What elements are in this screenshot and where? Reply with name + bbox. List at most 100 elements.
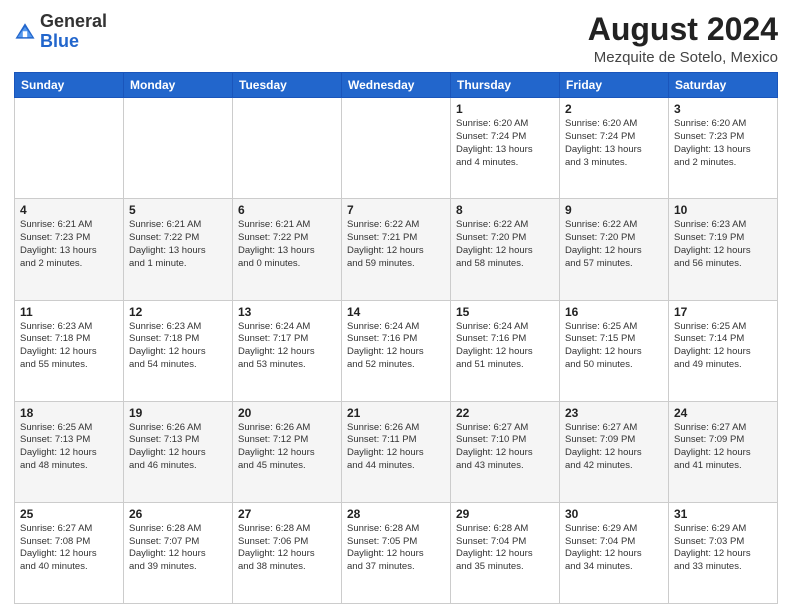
cell-2-2: 13 Sunrise: 6:24 AMSunset: 7:17 PMDayligh… <box>233 300 342 401</box>
day-info: Sunrise: 6:20 AMSunset: 7:24 PMDaylight:… <box>565 118 663 169</box>
day-info: Sunrise: 6:21 AMSunset: 7:22 PMDaylight:… <box>129 219 227 270</box>
day-info: Sunrise: 6:28 AMSunset: 7:07 PMDaylight:… <box>129 523 227 574</box>
day-info: Sunrise: 6:24 AMSunset: 7:17 PMDaylight:… <box>238 321 336 372</box>
cell-1-3: 7 Sunrise: 6:22 AMSunset: 7:21 PMDaylight… <box>342 199 451 300</box>
cell-2-3: 14Sunrise: 6:24 AMSunset: 7:16 PMDayligh… <box>342 300 451 401</box>
week-row-3: 11 Sunrise: 6:23 AMSunset: 7:18 PMDayligh… <box>15 300 778 401</box>
day-info: Sunrise: 6:21 AMSunset: 7:23 PMDaylight:… <box>20 219 118 270</box>
cell-0-0 <box>15 98 124 199</box>
logo-icon <box>14 21 36 43</box>
page-container: General Blue August 2024 Mezquite de Sot… <box>0 0 792 612</box>
cell-0-3 <box>342 98 451 199</box>
cell-4-6: 31Sunrise: 6:29 AMSunset: 7:03 PMDayligh… <box>669 502 778 603</box>
day-number: 23 <box>565 406 663 420</box>
cell-2-0: 11 Sunrise: 6:23 AMSunset: 7:18 PMDayligh… <box>15 300 124 401</box>
day-number: 26 <box>129 507 227 521</box>
day-info: Sunrise: 6:23 AMSunset: 7:18 PMDaylight:… <box>129 321 227 372</box>
day-info: Sunrise: 6:28 AMSunset: 7:04 PMDaylight:… <box>456 523 554 574</box>
day-number: 21 <box>347 406 445 420</box>
week-row-1: 1 Sunrise: 6:20 AMSunset: 7:24 PMDaylight… <box>15 98 778 199</box>
day-number: 12 <box>129 305 227 319</box>
cell-3-2: 20 Sunrise: 6:26 AMSunset: 7:12 PMDayligh… <box>233 401 342 502</box>
cell-3-3: 21 Sunrise: 6:26 AMSunset: 7:11 PMDayligh… <box>342 401 451 502</box>
day-number: 25 <box>20 507 118 521</box>
title-section: August 2024 Mezquite de Sotelo, Mexico <box>588 12 778 66</box>
cell-0-2 <box>233 98 342 199</box>
day-number: 7 <box>347 203 445 217</box>
day-number: 17 <box>674 305 772 319</box>
calendar-table: Sunday Monday Tuesday Wednesday Thursday… <box>14 72 778 604</box>
cell-3-5: 23 Sunrise: 6:27 AMSunset: 7:09 PMDayligh… <box>560 401 669 502</box>
day-number: 24 <box>674 406 772 420</box>
col-thursday: Thursday <box>451 73 560 98</box>
cell-4-4: 29Sunrise: 6:28 AMSunset: 7:04 PMDayligh… <box>451 502 560 603</box>
day-number: 1 <box>456 102 554 116</box>
day-info: Sunrise: 6:25 AMSunset: 7:13 PMDaylight:… <box>20 422 118 473</box>
day-number: 22 <box>456 406 554 420</box>
logo-general-text: General <box>40 11 107 31</box>
day-number: 5 <box>129 203 227 217</box>
day-info: Sunrise: 6:26 AMSunset: 7:13 PMDaylight:… <box>129 422 227 473</box>
day-info: Sunrise: 6:20 AMSunset: 7:23 PMDaylight:… <box>674 118 772 169</box>
day-number: 28 <box>347 507 445 521</box>
day-number: 15 <box>456 305 554 319</box>
cell-3-4: 22 Sunrise: 6:27 AMSunset: 7:10 PMDayligh… <box>451 401 560 502</box>
day-info: Sunrise: 6:27 AMSunset: 7:09 PMDaylight:… <box>565 422 663 473</box>
cell-4-3: 28 Sunrise: 6:28 AMSunset: 7:05 PMDayligh… <box>342 502 451 603</box>
cell-4-2: 27Sunrise: 6:28 AMSunset: 7:06 PMDayligh… <box>233 502 342 603</box>
col-tuesday: Tuesday <box>233 73 342 98</box>
cell-1-5: 9Sunrise: 6:22 AMSunset: 7:20 PMDaylight… <box>560 199 669 300</box>
day-number: 27 <box>238 507 336 521</box>
day-number: 4 <box>20 203 118 217</box>
day-info: Sunrise: 6:23 AMSunset: 7:19 PMDaylight:… <box>674 219 772 270</box>
cell-1-2: 6Sunrise: 6:21 AMSunset: 7:22 PMDaylight… <box>233 199 342 300</box>
day-number: 19 <box>129 406 227 420</box>
day-info: Sunrise: 6:27 AMSunset: 7:09 PMDaylight:… <box>674 422 772 473</box>
cell-2-6: 17 Sunrise: 6:25 AMSunset: 7:14 PMDayligh… <box>669 300 778 401</box>
day-info: Sunrise: 6:25 AMSunset: 7:15 PMDaylight:… <box>565 321 663 372</box>
day-info: Sunrise: 6:26 AMSunset: 7:11 PMDaylight:… <box>347 422 445 473</box>
day-info: Sunrise: 6:27 AMSunset: 7:10 PMDaylight:… <box>456 422 554 473</box>
day-info: Sunrise: 6:28 AMSunset: 7:05 PMDaylight:… <box>347 523 445 574</box>
day-number: 30 <box>565 507 663 521</box>
header-row: Sunday Monday Tuesday Wednesday Thursday… <box>15 73 778 98</box>
day-number: 2 <box>565 102 663 116</box>
cell-1-6: 10 Sunrise: 6:23 AMSunset: 7:19 PMDayligh… <box>669 199 778 300</box>
col-monday: Monday <box>124 73 233 98</box>
day-number: 8 <box>456 203 554 217</box>
day-number: 13 <box>238 305 336 319</box>
cell-0-5: 2 Sunrise: 6:20 AMSunset: 7:24 PMDaylight… <box>560 98 669 199</box>
logo-blue-text: Blue <box>40 31 79 51</box>
logo: General Blue <box>14 12 107 52</box>
cell-1-4: 8 Sunrise: 6:22 AMSunset: 7:20 PMDaylight… <box>451 199 560 300</box>
day-number: 11 <box>20 305 118 319</box>
day-info: Sunrise: 6:25 AMSunset: 7:14 PMDaylight:… <box>674 321 772 372</box>
day-number: 16 <box>565 305 663 319</box>
day-number: 18 <box>20 406 118 420</box>
cell-4-5: 30 Sunrise: 6:29 AMSunset: 7:04 PMDayligh… <box>560 502 669 603</box>
day-info: Sunrise: 6:22 AMSunset: 7:21 PMDaylight:… <box>347 219 445 270</box>
cell-2-4: 15Sunrise: 6:24 AMSunset: 7:16 PMDayligh… <box>451 300 560 401</box>
day-info: Sunrise: 6:29 AMSunset: 7:04 PMDaylight:… <box>565 523 663 574</box>
day-number: 3 <box>674 102 772 116</box>
day-info: Sunrise: 6:22 AMSunset: 7:20 PMDaylight:… <box>456 219 554 270</box>
day-info: Sunrise: 6:21 AMSunset: 7:22 PMDaylight:… <box>238 219 336 270</box>
day-number: 14 <box>347 305 445 319</box>
day-info: Sunrise: 6:22 AMSunset: 7:20 PMDaylight:… <box>565 219 663 270</box>
cell-1-0: 4 Sunrise: 6:21 AMSunset: 7:23 PMDaylight… <box>15 199 124 300</box>
day-number: 31 <box>674 507 772 521</box>
cell-3-1: 19 Sunrise: 6:26 AMSunset: 7:13 PMDayligh… <box>124 401 233 502</box>
cell-0-6: 3 Sunrise: 6:20 AMSunset: 7:23 PMDaylight… <box>669 98 778 199</box>
cell-2-5: 16 Sunrise: 6:25 AMSunset: 7:15 PMDayligh… <box>560 300 669 401</box>
day-number: 10 <box>674 203 772 217</box>
col-wednesday: Wednesday <box>342 73 451 98</box>
top-section: General Blue August 2024 Mezquite de Sot… <box>14 12 778 66</box>
day-info: Sunrise: 6:26 AMSunset: 7:12 PMDaylight:… <box>238 422 336 473</box>
day-number: 20 <box>238 406 336 420</box>
cell-3-0: 18 Sunrise: 6:25 AMSunset: 7:13 PMDayligh… <box>15 401 124 502</box>
day-info: Sunrise: 6:23 AMSunset: 7:18 PMDaylight:… <box>20 321 118 372</box>
cell-3-6: 24 Sunrise: 6:27 AMSunset: 7:09 PMDayligh… <box>669 401 778 502</box>
cell-4-1: 26 Sunrise: 6:28 AMSunset: 7:07 PMDayligh… <box>124 502 233 603</box>
week-row-5: 25Sunrise: 6:27 AMSunset: 7:08 PMDayligh… <box>15 502 778 603</box>
cell-0-1 <box>124 98 233 199</box>
